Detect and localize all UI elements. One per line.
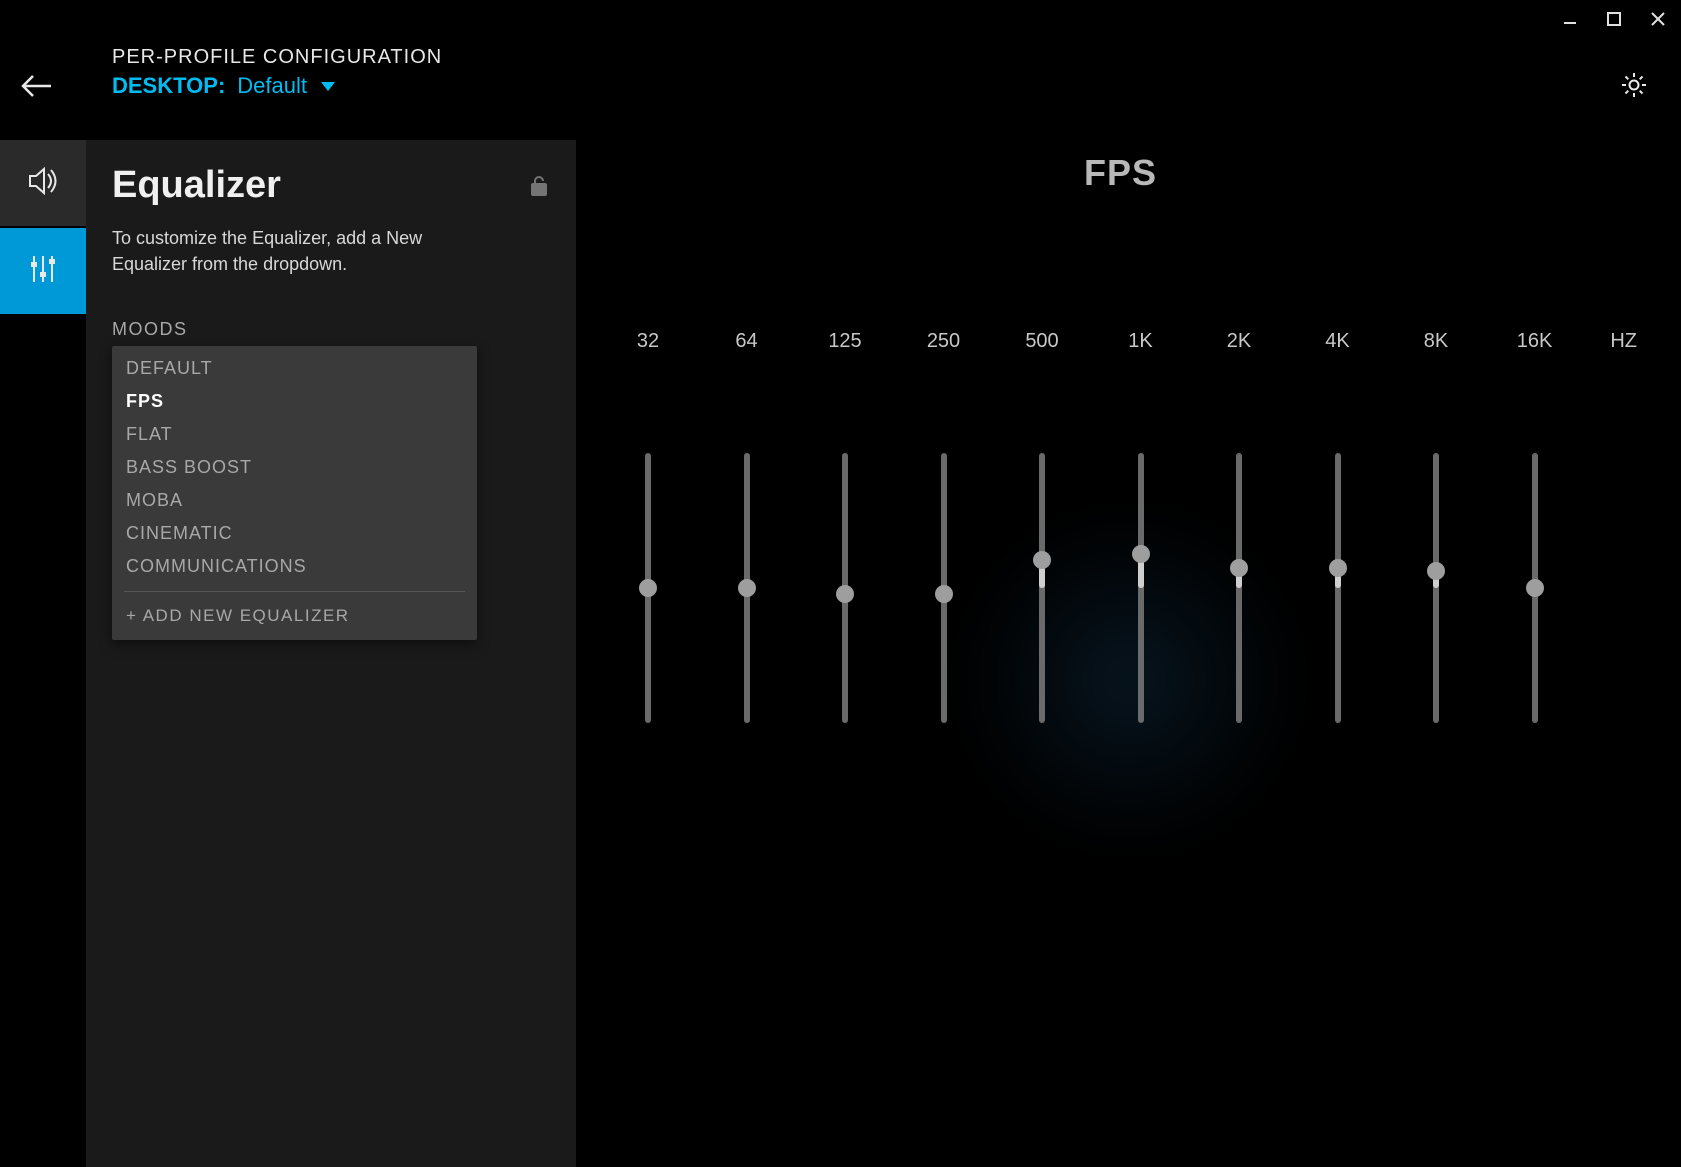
back-button[interactable]	[18, 68, 54, 104]
slider-thumb[interactable]	[1526, 579, 1544, 597]
window-minimize-button[interactable]	[1559, 8, 1581, 30]
header-text: PER-PROFILE CONFIGURATION DESKTOP: Defau…	[112, 46, 442, 99]
equalizer-band	[604, 453, 692, 723]
frequency-label: 2K	[1195, 330, 1283, 353]
window-close-button[interactable]	[1647, 8, 1669, 30]
frequency-label: 500	[998, 330, 1086, 353]
equalizer-panel-title: Equalizer	[112, 164, 281, 207]
mood-option-cinematic[interactable]: CINEMATIC	[112, 517, 477, 550]
slider-thumb[interactable]	[1427, 562, 1445, 580]
slider-thumb[interactable]	[1329, 559, 1347, 577]
speaker-icon	[26, 164, 60, 203]
mood-option-flat[interactable]: FLAT	[112, 418, 477, 451]
mood-option-communications[interactable]: COMMUNICATIONS	[112, 550, 477, 583]
slider-thumb[interactable]	[639, 579, 657, 597]
body: Equalizer To customize the Equalizer, ad…	[0, 140, 1681, 1167]
moods-label: MOODS	[112, 319, 550, 340]
frequency-label: 4K	[1294, 330, 1382, 353]
frequency-label: 1K	[1097, 330, 1185, 353]
profile-label: DESKTOP:	[112, 73, 225, 99]
moods-dropdown[interactable]: DEFAULTFPSFLATBASS BOOSTMOBACINEMATICCOM…	[112, 346, 477, 640]
window-maximize-button[interactable]	[1603, 8, 1625, 30]
equalizer-band	[1195, 453, 1283, 723]
settings-button[interactable]	[1619, 70, 1651, 102]
equalizer-slider[interactable]	[744, 453, 750, 723]
mood-option-fps[interactable]: FPS	[112, 385, 477, 418]
equalizer-band	[703, 453, 791, 723]
equalizer-slider[interactable]	[1433, 453, 1439, 723]
frequency-label: 8K	[1392, 330, 1480, 353]
equalizer-slider[interactable]	[1236, 453, 1242, 723]
equalizer-panel: Equalizer To customize the Equalizer, ad…	[86, 140, 576, 1167]
equalizer-band	[998, 453, 1086, 723]
frequency-label: 16K	[1491, 330, 1579, 353]
equalizer-slider[interactable]	[1335, 453, 1341, 723]
sidebar-tab-audio[interactable]	[0, 140, 86, 226]
mood-option-moba[interactable]: MOBA	[112, 484, 477, 517]
slider-thumb[interactable]	[836, 585, 854, 603]
mood-option-bass-boost[interactable]: BASS BOOST	[112, 451, 477, 484]
add-new-equalizer-button[interactable]: + ADD NEW EQUALIZER	[112, 598, 477, 630]
sliders-icon	[26, 252, 60, 291]
header: PER-PROFILE CONFIGURATION DESKTOP: Defau…	[18, 40, 1651, 104]
equalizer-slider[interactable]	[1138, 453, 1144, 723]
equalizer-slider[interactable]	[842, 453, 848, 723]
equalizer-main: FPS 32 64 125 250 500 1K 2K 4K 8K 16K HZ	[576, 140, 1681, 1167]
profile-dropdown-toggle[interactable]	[319, 80, 337, 92]
window-controls	[1559, 8, 1669, 30]
frequency-label: 250	[900, 330, 988, 353]
equalizer-band	[1294, 453, 1382, 723]
page-title: PER-PROFILE CONFIGURATION	[112, 46, 442, 69]
equalizer-band	[1491, 453, 1579, 723]
equalizer-slider[interactable]	[1039, 453, 1045, 723]
equalizer-preset-title: FPS	[600, 152, 1641, 194]
frequency-label: 32	[604, 330, 692, 353]
slider-thumb[interactable]	[1033, 551, 1051, 569]
equalizer-slider[interactable]	[1532, 453, 1538, 723]
equalizer-band	[1392, 453, 1480, 723]
unit-label: HZ	[1589, 330, 1637, 353]
equalizer-band	[900, 453, 988, 723]
dropdown-divider	[124, 591, 465, 592]
lock-icon	[530, 176, 550, 196]
equalizer-slider[interactable]	[645, 453, 651, 723]
frequency-label: 64	[703, 330, 791, 353]
profile-name: Default	[237, 73, 307, 99]
slider-thumb[interactable]	[1230, 559, 1248, 577]
slider-thumb[interactable]	[738, 579, 756, 597]
slider-thumb[interactable]	[1132, 545, 1150, 563]
equalizer-sliders-row	[600, 453, 1641, 723]
slider-thumb[interactable]	[935, 585, 953, 603]
mood-option-default[interactable]: DEFAULT	[112, 352, 477, 385]
frequency-label: 125	[801, 330, 889, 353]
equalizer-band	[801, 453, 889, 723]
equalizer-description: To customize the Equalizer, add a New Eq…	[112, 225, 492, 277]
equalizer-slider[interactable]	[941, 453, 947, 723]
equalizer-band	[1097, 453, 1185, 723]
frequency-labels-row: 32 64 125 250 500 1K 2K 4K 8K 16K HZ	[600, 330, 1641, 353]
side-tabs	[0, 140, 86, 1167]
sidebar-tab-equalizer[interactable]	[0, 228, 86, 314]
